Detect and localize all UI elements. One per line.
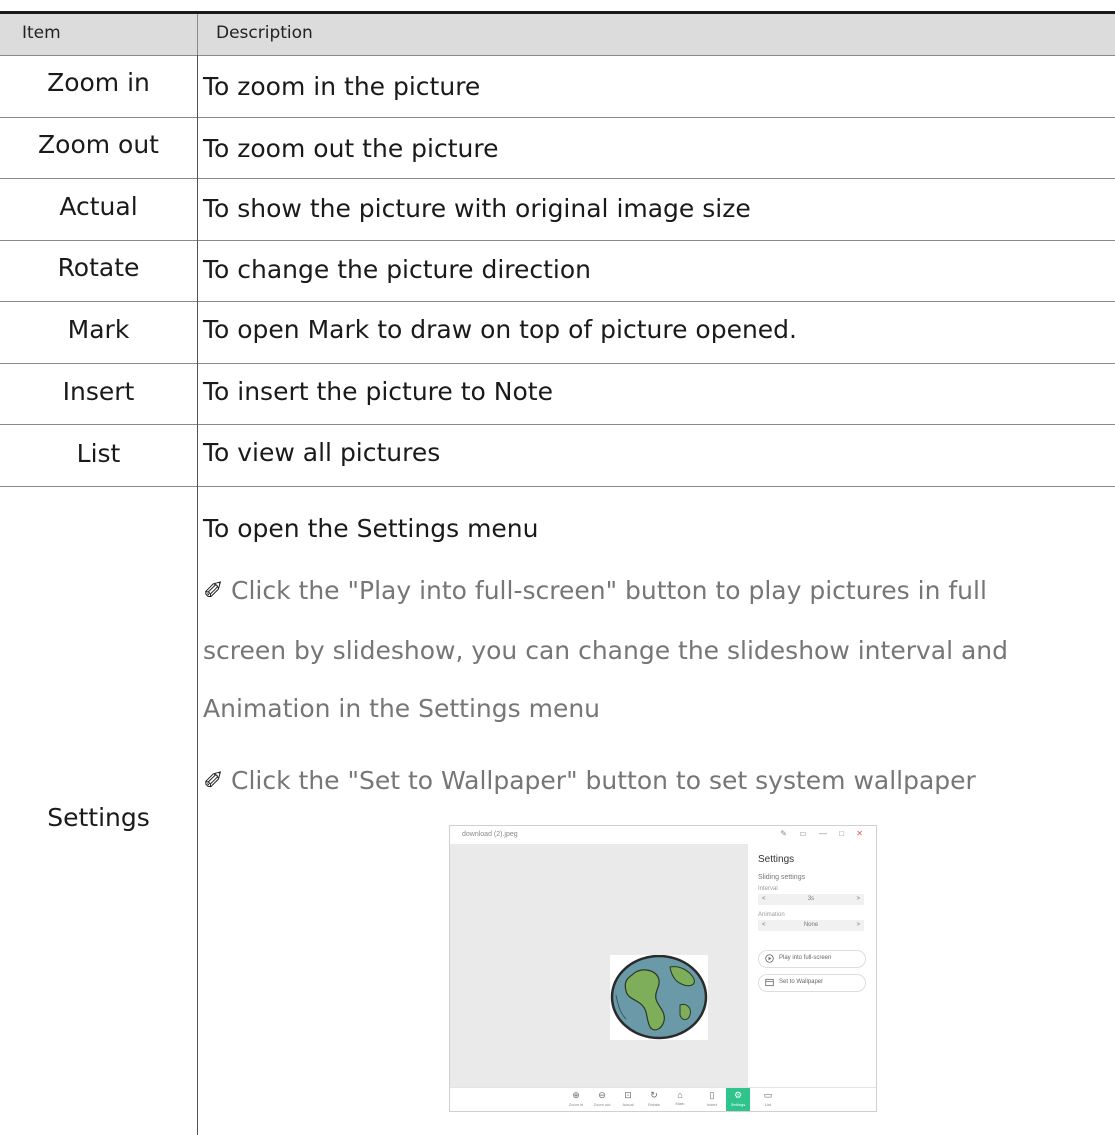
row-description: To zoom in the picture	[203, 72, 481, 101]
rotate-icon: ↻	[650, 1090, 658, 1100]
animation-value: None	[803, 922, 819, 928]
insert-icon: ▯	[709, 1090, 715, 1100]
note-line: Click the "Play into full-screen" button…	[231, 576, 987, 605]
table-row: Insert To insert the picture to Note	[0, 364, 1115, 425]
viewer-toolbar: ⊕ Zoom in ⊖ Zoom out ⊡ Actual ↻ Rotate ⌂ Mark…	[450, 1087, 876, 1111]
settings-note-2: ✐ Click the "Set to Wallpaper" button to …	[203, 766, 976, 795]
zoom-in-icon: ⊕	[572, 1090, 580, 1100]
pencil-icon: ✐	[203, 576, 224, 605]
play-icon	[765, 954, 774, 963]
list-tool[interactable]: ▭ List	[756, 1088, 780, 1111]
insert-tool[interactable]: ▯ Insert	[700, 1088, 724, 1111]
pencil-icon: ✐	[203, 766, 224, 795]
actual-tool[interactable]: ⊡ Actual	[616, 1088, 640, 1111]
row-description: To show the picture with original image …	[203, 194, 751, 223]
row-description: To change the picture direction	[203, 255, 592, 284]
settings-item: Settings	[47, 803, 150, 832]
column-divider	[197, 55, 198, 1135]
panel-title: Settings	[758, 854, 795, 865]
image-canvas	[450, 844, 748, 1087]
tool-label: Zoom in	[568, 1102, 584, 1107]
maximize-icon[interactable]: □	[839, 829, 849, 838]
header-item: Item	[22, 23, 61, 43]
mark-tool[interactable]: ⌂ Mark	[668, 1088, 692, 1111]
actual-size-icon: ⊡	[624, 1090, 632, 1100]
tool-label: List	[764, 1102, 772, 1107]
note-line: screen by slideshow, you can change the …	[203, 636, 1009, 665]
header-description: Description	[216, 23, 313, 43]
chevron-right-icon[interactable]: >	[856, 896, 860, 902]
table-row: Rotate To change the picture direction	[0, 241, 1115, 302]
table-row: Mark To open Mark to draw on top of pict…	[0, 302, 1115, 364]
play-fullscreen-button[interactable]: Play into full-screen	[758, 950, 866, 968]
minimize-icon[interactable]: —	[819, 829, 832, 838]
note-line: Click the "Set to Wallpaper" button to s…	[231, 766, 976, 795]
list-icon: ▭	[763, 1090, 773, 1100]
animation-label: Animation	[758, 912, 785, 918]
table-row: Zoom in To zoom in the picture	[0, 56, 1115, 118]
table-row: Zoom out To zoom out the picture	[0, 118, 1115, 179]
zoom-out-tool[interactable]: ⊖ Zoom out	[590, 1088, 614, 1111]
wallpaper-icon	[765, 978, 774, 987]
row-item: Zoom in	[47, 68, 150, 97]
settings-description: To open the Settings menu	[203, 514, 539, 543]
row-item: Rotate	[57, 253, 140, 282]
settings-panel: Settings Sliding settings Interval 3s < …	[748, 844, 876, 1087]
viewer-screenshot: download (2).jpeg ✎ ▭ — □ ✕ Settings Sli…	[449, 825, 877, 1112]
tool-label: Actual	[622, 1102, 634, 1107]
play-fullscreen-label: Play into full-screen	[779, 955, 832, 961]
row-item: Zoom out	[38, 130, 159, 159]
pen-icon[interactable]: ✎	[780, 829, 792, 838]
row-description: To insert the picture to Note	[203, 377, 553, 406]
note-line: Animation in the Settings menu	[203, 694, 601, 723]
tool-label: Rotate	[648, 1102, 660, 1107]
tool-label: Zoom out	[593, 1102, 611, 1107]
mark-icon: ⌂	[677, 1090, 683, 1100]
panel-subtitle: Sliding settings	[758, 874, 806, 881]
interval-value: 3s	[807, 896, 815, 902]
set-wallpaper-button[interactable]: Set to Wallpaper	[758, 974, 866, 992]
close-icon[interactable]: ✕	[856, 829, 868, 838]
viewer-title: download (2).jpeg	[462, 831, 518, 838]
tool-label: Settings	[730, 1102, 746, 1107]
globe-icon	[610, 954, 708, 1040]
zoom-in-tool[interactable]: ⊕ Zoom in	[564, 1088, 588, 1111]
animation-select[interactable]: None < >	[758, 920, 864, 931]
row-description: To view all pictures	[203, 438, 441, 467]
interval-select[interactable]: 3s < >	[758, 894, 864, 905]
row-item: List	[76, 439, 121, 468]
row-item: Mark	[67, 315, 130, 344]
table-header: Item Description	[0, 14, 1115, 56]
table-row: Actual To show the picture with original…	[0, 179, 1115, 241]
settings-note-1: ✐ Click the "Play into full-screen" butto…	[203, 576, 987, 605]
settings-tool[interactable]: ⚙ Settings	[726, 1088, 750, 1111]
row-description: To zoom out the picture	[203, 134, 499, 163]
row-item: Insert	[62, 377, 135, 406]
chevron-right-icon[interactable]: >	[856, 922, 860, 928]
row-item: Actual	[59, 192, 138, 221]
interval-label: Interval	[758, 886, 778, 892]
tool-label: Mark	[675, 1101, 685, 1106]
chevron-left-icon[interactable]: <	[762, 922, 766, 928]
row-description: To open Mark to draw on top of picture o…	[203, 315, 797, 344]
panel-icon[interactable]: ▭	[799, 829, 812, 838]
tool-label: Insert	[706, 1102, 717, 1107]
zoom-out-icon: ⊖	[598, 1090, 606, 1100]
settings-icon: ⚙	[733, 1090, 743, 1100]
rotate-tool[interactable]: ↻ Rotate	[642, 1088, 666, 1111]
header-divider	[197, 14, 198, 55]
chevron-left-icon[interactable]: <	[762, 896, 766, 902]
table-row: List To view all pictures	[0, 425, 1115, 487]
globe-image	[610, 954, 708, 1040]
window-controls: ✎ ▭ — □ ✕	[780, 829, 868, 838]
set-wallpaper-label: Set to Wallpaper	[779, 979, 824, 985]
